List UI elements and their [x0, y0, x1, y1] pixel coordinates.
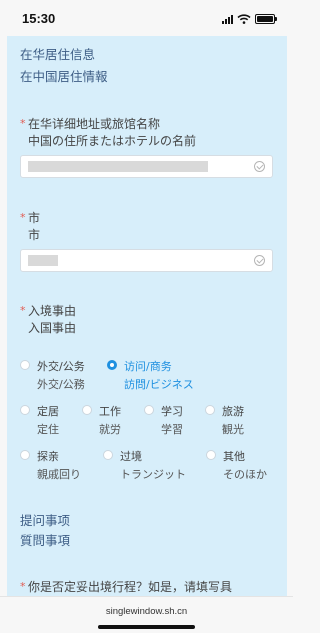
section-title-ja: 在中国居住情報 [20, 69, 108, 84]
option-label-ja: 親戚回り [37, 468, 81, 481]
radio-circle [206, 450, 216, 460]
questions-title-zh: 提问事项 [20, 513, 71, 528]
form-panel: 在华居住信息 在中国居住情報 * 在华详细地址或旅馆名称 中国の住所またはホテル… [7, 36, 287, 596]
address-label-ja: 中国の住所またはホテルの名前 [28, 134, 197, 148]
option-label-ja: トランジット [120, 468, 186, 481]
option-label-zh: 学习 [161, 405, 183, 418]
radio-circle [20, 405, 30, 415]
option-label-ja: 学習 [161, 423, 183, 436]
city-label-zh: 市 [28, 211, 41, 225]
option-label-zh: 定居 [37, 405, 59, 418]
entry-purpose-label-ja: 入国事由 [28, 321, 77, 335]
option-label-zh: 工作 [99, 405, 121, 418]
option-label-zh: 旅游 [222, 405, 244, 418]
radio-circle [20, 360, 30, 370]
radio-circle [103, 450, 113, 460]
check-circle-icon [254, 161, 265, 172]
required-mark: * [20, 117, 26, 130]
radio-circle [82, 405, 92, 415]
questions-title-ja: 質問事項 [20, 533, 71, 548]
status-bar: 15:30 [0, 0, 293, 36]
question-exit-itinerary: 你是否定妥出境行程？如是，请填写具 [28, 580, 233, 594]
browser-address-bar[interactable]: singlewindow.sh.cn [0, 596, 293, 633]
section-title-zh: 在华居住信息 [20, 47, 96, 62]
address-label-zh: 在华详细地址或旅馆名称 [28, 117, 161, 131]
status-icons [222, 13, 277, 25]
entry-purpose-label-zh: 入境事由 [28, 304, 77, 318]
option-label-ja: 定住 [37, 423, 59, 436]
check-circle-icon [254, 255, 265, 266]
required-mark: * [20, 580, 26, 593]
address-input[interactable] [20, 155, 273, 178]
status-time: 15:30 [22, 11, 56, 26]
city-input[interactable] [20, 249, 273, 272]
option-label-zh: 访问/商务 [124, 360, 172, 373]
battery-icon [255, 14, 277, 24]
option-label-ja: 外交/公務 [37, 378, 85, 391]
redacted-value [28, 255, 58, 266]
city-label-ja: 市 [28, 228, 41, 242]
option-label-ja: そのほか [223, 468, 267, 481]
option-label-ja: 就労 [99, 423, 121, 436]
radio-circle [20, 450, 30, 460]
url-text[interactable]: singlewindow.sh.cn [0, 606, 293, 617]
redacted-value [28, 161, 208, 172]
radio-circle [144, 405, 154, 415]
option-label-zh: 过境 [120, 450, 142, 463]
option-label-zh: 外交/公务 [37, 360, 85, 373]
required-mark: * [20, 304, 26, 317]
option-label-zh: 其他 [223, 450, 245, 463]
option-label-ja: 訪問/ビジネス [124, 378, 194, 391]
home-indicator [98, 625, 195, 629]
required-mark: * [20, 211, 26, 224]
cellular-signal-icon [222, 14, 233, 24]
radio-circle-selected [107, 360, 117, 370]
option-label-ja: 観光 [222, 423, 244, 436]
option-label-zh: 探亲 [37, 450, 59, 463]
radio-circle [205, 405, 215, 415]
wifi-icon [237, 14, 251, 24]
